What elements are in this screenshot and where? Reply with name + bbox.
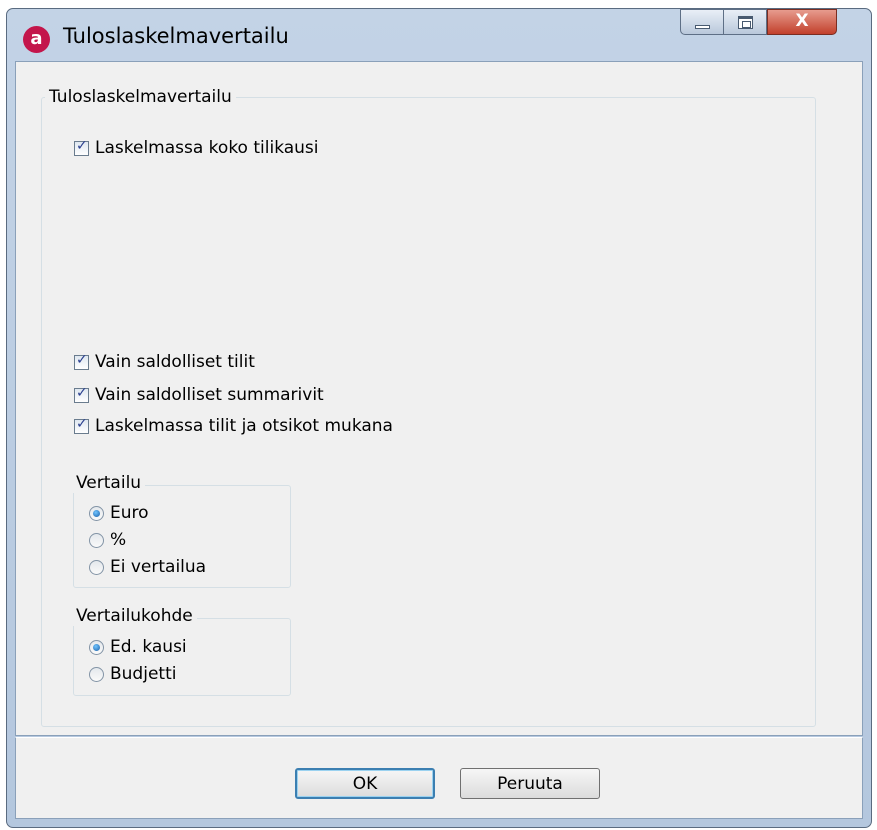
radio-budjetti[interactable]: Budjetti — [89, 664, 176, 684]
minimize-button[interactable] — [680, 9, 724, 35]
checkbox-box[interactable] — [74, 385, 89, 403]
radio-circle[interactable] — [89, 639, 104, 655]
close-icon: X — [795, 11, 809, 31]
radio-ei-vertailua[interactable]: Ei vertailua — [89, 557, 206, 577]
radio-label: Budjetti — [110, 664, 177, 684]
radio-label: Euro — [110, 503, 149, 523]
cancel-button[interactable]: Peruuta — [460, 768, 600, 799]
radio-ed-kausi[interactable]: Ed. kausi — [89, 637, 187, 657]
checkbox-label: Vain saldolliset summarivit — [95, 385, 324, 405]
checkbox-label: Laskelmassa tilit ja otsikot mukana — [95, 416, 393, 436]
checkbox-box[interactable] — [74, 416, 89, 434]
checkbox-saldolliset-tilit[interactable]: Vain saldolliset tilit — [74, 352, 255, 372]
checkbox-saldolliset-summarivit[interactable]: Vain saldolliset summarivit — [74, 385, 324, 405]
main-group-legend: Tuloslaskelmavertailu — [45, 87, 236, 107]
ok-button[interactable]: OK — [295, 768, 435, 799]
radio-euro[interactable]: Euro — [89, 503, 149, 523]
checkbox-label: Vain saldolliset tilit — [95, 352, 255, 372]
maximize-button[interactable] — [723, 9, 767, 35]
window-title: Tuloslaskelmavertailu — [63, 24, 289, 48]
radio-circle[interactable] — [89, 559, 104, 575]
dialog-window: a Tuloslaskelmavertailu X Tuloslaskelmav… — [6, 8, 872, 828]
dialog-body: Tuloslaskelmavertailu Laskelmassa koko t… — [15, 61, 863, 736]
checkbox-box[interactable] — [74, 138, 89, 156]
checkbox-tilit-otsikot[interactable]: Laskelmassa tilit ja otsikot mukana — [74, 416, 393, 436]
title-bar[interactable]: a Tuloslaskelmavertailu X — [7, 9, 871, 61]
checkbox-koko-tilikausi[interactable]: Laskelmassa koko tilikausi — [74, 138, 319, 158]
vertailukohde-groupbox: Vertailukohde Ed. kausi Budjetti — [72, 606, 291, 696]
button-bar: OK Peruuta — [15, 737, 863, 819]
minimize-icon — [695, 25, 710, 29]
vertailu-groupbox: Vertailu Euro % Ei vertailua — [72, 473, 291, 588]
maximize-icon — [738, 16, 753, 29]
radio-label: Ei vertailua — [110, 557, 207, 577]
radio-label: Ed. kausi — [110, 637, 187, 657]
radio-label: % — [110, 530, 127, 550]
checkbox-box[interactable] — [74, 352, 89, 370]
radio-percent[interactable]: % — [89, 530, 126, 550]
main-groupbox: Tuloslaskelmavertailu Laskelmassa koko t… — [41, 87, 816, 727]
vertailu-legend: Vertailu — [72, 473, 146, 493]
vertailukohde-legend: Vertailukohde — [72, 606, 197, 626]
close-button[interactable]: X — [767, 9, 837, 35]
checkbox-label: Laskelmassa koko tilikausi — [95, 138, 319, 158]
radio-circle[interactable] — [89, 666, 104, 682]
radio-circle[interactable] — [89, 532, 104, 548]
radio-circle[interactable] — [89, 505, 104, 521]
app-icon: a — [23, 26, 50, 53]
